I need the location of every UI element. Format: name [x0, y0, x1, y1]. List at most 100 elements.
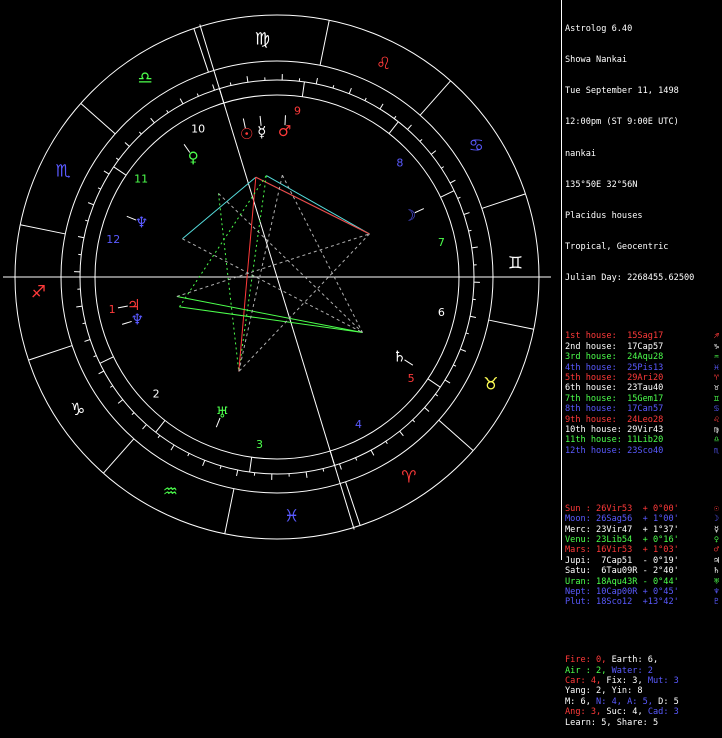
- degree-tick: [470, 316, 476, 317]
- planet-icon: ♄: [393, 348, 406, 366]
- house-row: 1st house: 15Sag17♐: [565, 331, 721, 341]
- aspect-line: [177, 296, 363, 332]
- degree-tick: [408, 125, 412, 129]
- degree-tick: [142, 425, 146, 429]
- zodiac-sign-icon: ♒: [714, 352, 719, 362]
- degree-tick: [180, 99, 183, 104]
- planet-row: Merc: 23Vir47 + 1°37'☿: [565, 525, 721, 535]
- info-panel: Astrolog 6.40 Showa Nankai Tue September…: [565, 3, 721, 738]
- degree-tick: [435, 394, 437, 396]
- house-row: 2nd house: 17Cap57♑: [565, 342, 721, 352]
- planet-icon: ♀: [714, 535, 719, 545]
- degree-tick: [450, 180, 455, 183]
- planet-icon: ☽: [403, 206, 416, 224]
- house-cusp: [302, 82, 304, 97]
- house-row: 7th house: 15Gem17♊: [565, 394, 721, 404]
- degree-tick: [394, 116, 396, 118]
- planet-row-text: Jupi: 7Cap51 - 0°19': [565, 556, 679, 566]
- planet-icon: ♅: [216, 403, 229, 421]
- planet-row-text: Mars: 16Vir53 + 1°03': [565, 545, 679, 555]
- degree-tick: [386, 441, 388, 444]
- zodiac-sign-icon: ♒: [163, 482, 178, 502]
- house-row: 3rd house: 24Aqu28♒: [565, 352, 721, 362]
- degree-tick: [151, 118, 155, 123]
- house-cusps-list: 1st house: 15Sag17♐2nd house: 17Cap57♑3r…: [565, 331, 721, 456]
- degree-tick: [84, 340, 90, 342]
- chart-time: 12:00pm (ST 9:00E UTC): [565, 117, 721, 127]
- planet-row-text: Sun : 26Vir53 + 0°00': [565, 504, 679, 514]
- chart-name: Showa Nankai: [565, 55, 721, 65]
- stats-segment: Water: 2: [612, 666, 653, 676]
- planet-icon: ♆: [714, 587, 719, 597]
- aspect-line: [256, 177, 370, 234]
- degree-tick: [167, 110, 169, 113]
- degree-tick: [98, 188, 101, 189]
- degree-tick: [340, 464, 342, 470]
- stats-segment: Air : 2,: [565, 666, 612, 676]
- zodiac-sign-icon: ♋: [714, 404, 719, 414]
- degree-tick: [316, 78, 317, 84]
- degree-tick: [94, 356, 97, 357]
- degree-tick: [464, 213, 470, 215]
- degree-tick: [349, 88, 351, 94]
- app-title: Astrolog 6.40: [565, 24, 721, 34]
- degree-tick: [110, 386, 113, 388]
- degree-tick: [99, 371, 104, 374]
- sign-boundary: [225, 489, 234, 534]
- planet-icon: ♆: [131, 311, 144, 329]
- degree-tick: [203, 460, 205, 466]
- stats-segment: A: 5,: [627, 697, 658, 707]
- house-row-text: 2nd house: 17Cap57: [565, 342, 663, 352]
- aspect-line: [239, 177, 256, 371]
- planet-row: Moon: 26Sag56 + 1°00' ☽: [565, 514, 721, 524]
- planet-icon: ☽: [714, 514, 719, 524]
- planet-icon: ♂: [714, 545, 719, 555]
- house-row: 12th house: 23Sco40♏: [565, 446, 721, 456]
- planet-icon: ♀: [188, 148, 199, 166]
- zodiac-sign-icon: ♐: [714, 331, 719, 341]
- planet-row: Venu: 23Lib54 + 0°16'♀: [565, 535, 721, 545]
- house-number: 12: [106, 233, 120, 246]
- house-number: 10: [191, 123, 205, 136]
- aspect-line: [179, 307, 362, 333]
- degree-tick: [469, 230, 472, 231]
- degree-tick: [158, 435, 160, 437]
- house-number: 1: [109, 303, 116, 316]
- house-number: 2: [153, 388, 160, 401]
- planet-row: Satu: 6Tau09R - 2°40'♄: [565, 566, 721, 576]
- planet-row-text: Merc: 23Vir47 + 1°37': [565, 525, 679, 535]
- element-stats-list: Fire: 0, Earth: 6,Air : 2, Water: 2 Car: …: [565, 655, 721, 728]
- degree-tick: [118, 400, 123, 404]
- house-system: Placidus houses: [565, 211, 721, 221]
- sign-boundary: [29, 346, 73, 361]
- planet-row-text: Uran: 18Aqu43R - 0°44': [565, 577, 679, 587]
- degree-tick: [400, 431, 404, 436]
- stats-segment: Earth: 6,: [612, 655, 659, 665]
- house-row-text: 10th house: 29Vir43: [565, 425, 663, 435]
- sign-boundary: [20, 225, 65, 234]
- planet-row-text: Moon: 26Sag56 + 1°00': [565, 514, 679, 524]
- degree-tick: [139, 132, 141, 134]
- stats-segment: Car: 4,: [565, 676, 606, 686]
- planet-row-text: Plut: 18Sco12 +13°42': [565, 597, 679, 607]
- house-row-text: 12th house: 23Sco40: [565, 446, 663, 456]
- chart-date: Tue September 11, 1498: [565, 86, 721, 96]
- stats-segment: Fire: 0,: [565, 655, 612, 665]
- degree-tick: [76, 306, 82, 307]
- house-row-text: 6th house: 23Tau40: [565, 383, 663, 393]
- aspect-line: [182, 177, 255, 239]
- stats-segment: Fix: 3,: [606, 676, 647, 686]
- sign-boundary: [194, 29, 209, 73]
- degree-tick: [441, 167, 444, 169]
- zodiac-sign-icon: ♌: [376, 54, 391, 74]
- degree-tick: [472, 247, 478, 248]
- house-row-text: 5th house: 29Ari20: [565, 373, 663, 383]
- house-cusp: [428, 379, 440, 387]
- planet-positions-list: Sun : 26Vir53 + 0°00'☉Moon: 26Sag56 + 1°…: [565, 504, 721, 608]
- degree-tick: [323, 469, 324, 472]
- house-row: 11th house: 11Lib20♎: [565, 435, 721, 445]
- stats-row: M: 6, N: 4, A: 5, D: 5: [565, 697, 721, 707]
- stats-segment: Ang: 3,: [565, 707, 606, 717]
- julian-day: Julian Day: 2268455.62500: [565, 273, 721, 283]
- degree-tick: [247, 76, 248, 82]
